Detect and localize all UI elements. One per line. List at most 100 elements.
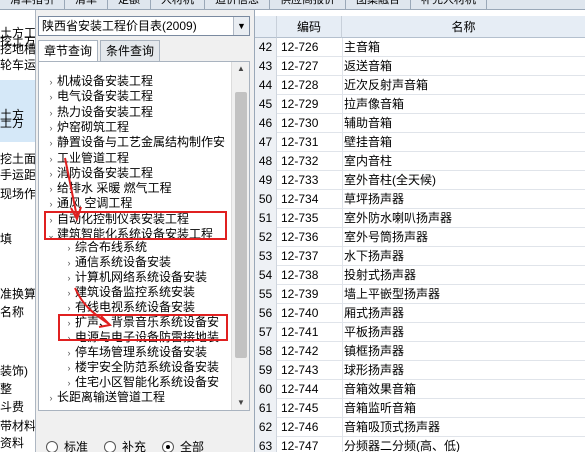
row-number: 46	[255, 114, 277, 133]
top-tab[interactable]: 定额	[108, 0, 151, 9]
chevron-right-icon[interactable]: ›	[45, 121, 57, 136]
catalog-select[interactable]: 陕西省安装工程价目表(2009) ▼	[38, 16, 250, 36]
chevron-down-icon[interactable]: ▼	[233, 17, 249, 35]
code-cell: 12-744	[281, 382, 319, 396]
top-tab[interactable]: 补充人材机	[411, 0, 487, 9]
chevron-right-icon[interactable]: ›	[45, 182, 57, 197]
tree-node[interactable]: › 热力设备安装工程	[45, 105, 154, 121]
tree-scrollbar[interactable]: ▲ ▼	[231, 62, 249, 410]
chevron-right-icon[interactable]: ›	[45, 136, 57, 151]
tree-node[interactable]: › 机械设备安装工程	[45, 74, 154, 90]
code-cell: 12-742	[281, 344, 319, 358]
tree-node[interactable]: › 停车场管理系统设备安装	[63, 345, 208, 361]
tab-condition-query[interactable]: 条件查询	[100, 40, 161, 62]
chevron-right-icon[interactable]: ›	[63, 271, 75, 286]
radio-circle[interactable]	[162, 440, 175, 452]
radio-circle[interactable]	[104, 440, 117, 452]
table-row[interactable]: 49 12-733 室外音柱(全天候)	[255, 171, 585, 190]
tree-node[interactable]: › 通信系统设备安装	[63, 255, 172, 271]
tree-node[interactable]: › 通风 空调工程	[45, 196, 133, 211]
chevron-right-icon[interactable]: ›	[45, 167, 57, 182]
table-row[interactable]: 56 12-740 厢式扬声器	[255, 304, 585, 323]
table-row[interactable]: 51 12-735 室外防水喇叭扬声器	[255, 209, 585, 228]
tree-node[interactable]: › 建筑设备监控系统安装	[63, 285, 196, 301]
name-cell: 草坪扬声器	[342, 190, 582, 209]
radio-option[interactable]: 全部	[162, 438, 204, 452]
code-cell: 12-747	[281, 439, 319, 452]
left-strip-text: 挖土面	[0, 152, 36, 166]
tree-node[interactable]: › 有线电视系统设备安装	[63, 300, 196, 315]
scroll-up-icon[interactable]: ▲	[232, 62, 249, 76]
table-row[interactable]: 52 12-736 室外号筒扬声器	[255, 228, 585, 247]
chevron-right-icon[interactable]: ›	[45, 90, 57, 105]
table-row[interactable]: 43 12-727 返送音箱	[255, 57, 585, 76]
top-tab[interactable]: 人材机	[151, 0, 205, 9]
table-row[interactable]: 54 12-738 投射式扬声器	[255, 266, 585, 285]
row-number: 51	[255, 209, 277, 228]
tab-chapter-query[interactable]: 章节查询	[38, 40, 99, 62]
chevron-right-icon[interactable]: ›	[63, 286, 75, 301]
tree-node[interactable]: › 电气设备安装工程	[45, 89, 154, 105]
table-row[interactable]: 44 12-728 近次反射声音箱	[255, 76, 585, 95]
tree-node[interactable]: › 给排水 采暖 燃气工程	[45, 181, 172, 196]
code-cell: 12-733	[281, 173, 319, 187]
table-row[interactable]: 55 12-739 墙上平嵌型扬声器	[255, 285, 585, 304]
tree-node[interactable]: › 住宅小区智能化系统设备安	[63, 375, 220, 391]
chevron-right-icon[interactable]: ›	[45, 152, 57, 167]
table-row[interactable]: 42 12-726 主音箱	[255, 38, 585, 57]
chevron-right-icon[interactable]: ›	[45, 75, 57, 90]
radio-option[interactable]: 补充	[104, 438, 146, 452]
top-tab[interactable]: 清单指引	[0, 0, 65, 9]
tree-node[interactable]: › 计算机网络系统设备安装	[63, 270, 208, 286]
radio-circle[interactable]	[46, 440, 58, 452]
scroll-down-icon[interactable]: ▼	[232, 396, 249, 410]
chevron-right-icon[interactable]: ›	[63, 241, 75, 256]
column-header-code[interactable]: 编码	[277, 16, 342, 38]
code-cell: 12-735	[281, 211, 319, 225]
tree-node[interactable]: › 长距离输送管道工程	[45, 390, 166, 406]
tree-node[interactable]: › 静置设备与工艺金属结构制作安	[45, 135, 226, 151]
tree-node-label: 有线电视系统设备安装	[75, 300, 196, 314]
top-tab[interactable]: 供应商报价	[270, 0, 346, 9]
table-row[interactable]: 59 12-743 球形扬声器	[255, 361, 585, 380]
chevron-right-icon[interactable]: ›	[45, 106, 57, 121]
top-tab[interactable]: 清单	[65, 0, 108, 9]
table-row[interactable]: 63 12-747 分频器二分频(高、低)	[255, 437, 585, 452]
chevron-right-icon[interactable]: ›	[63, 346, 75, 361]
tree-node[interactable]: › 消防设备安装工程	[45, 166, 154, 182]
radio-option[interactable]: 标准	[46, 438, 88, 452]
table-row[interactable]: 50 12-734 草坪扬声器	[255, 190, 585, 209]
radio-label: 全部	[180, 440, 205, 452]
table-row[interactable]: 48 12-732 室内音柱	[255, 152, 585, 171]
highlight-box-sound-system	[58, 314, 228, 341]
table-row[interactable]: 47 12-731 壁挂音箱	[255, 133, 585, 152]
table-row[interactable]: 62 12-746 音箱吸顶式扬声器	[255, 418, 585, 437]
table-row[interactable]: 53 12-737 水下扬声器	[255, 247, 585, 266]
table-row[interactable]: 46 12-730 辅助音箱	[255, 114, 585, 133]
chevron-right-icon[interactable]: ›	[45, 391, 57, 406]
quota-grid: 编码 名称 42 12-726 主音箱 43 12-727 返送音箱 44 12-728 近次反…	[254, 10, 585, 452]
column-header-name[interactable]: 名称	[342, 16, 585, 38]
name-cell: 厢式扬声器	[342, 304, 582, 323]
code-cell: 12-729	[281, 97, 319, 111]
table-row[interactable]: 58 12-742 镇框扬声器	[255, 342, 585, 361]
table-row[interactable]: 60 12-744 音箱效果音箱	[255, 380, 585, 399]
row-number: 56	[255, 304, 277, 323]
table-row[interactable]: 45 12-729 拉声像音箱	[255, 95, 585, 114]
table-row[interactable]: 61 12-745 音箱监听音箱	[255, 399, 585, 418]
tree-node[interactable]: › 楼宇安全防范系统设备安装	[63, 360, 220, 376]
chevron-right-icon[interactable]: ›	[63, 256, 75, 271]
name-cell: 音箱吸顶式扬声器	[342, 418, 582, 437]
chevron-right-icon[interactable]: ›	[63, 376, 75, 391]
scroll-thumb[interactable]	[235, 92, 247, 358]
table-row[interactable]: 57 12-741 平板扬声器	[255, 323, 585, 342]
tree-node[interactable]: › 综合布线系统	[63, 240, 148, 256]
name-cell: 辅助音箱	[342, 114, 582, 133]
top-tab[interactable]: 图集融合	[346, 0, 411, 9]
tree-node-label: 综合布线系统	[75, 240, 148, 254]
tree-node[interactable]: › 炉窑砌筑工程	[45, 120, 130, 136]
top-tab[interactable]: 造价信息	[205, 0, 270, 9]
tree-node[interactable]: › 工业管道工程	[45, 151, 130, 167]
top-tab-strip: 清单指引 清单 定额 人材机 造价信息 供应商报价 图集融合 补充人材机	[0, 0, 585, 10]
chevron-right-icon[interactable]: ›	[63, 361, 75, 376]
